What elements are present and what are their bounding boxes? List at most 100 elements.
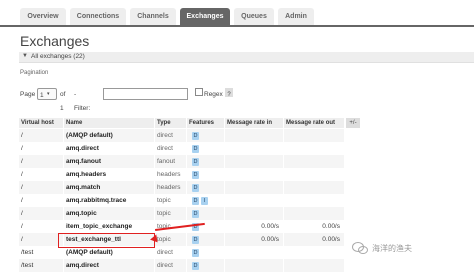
cell-features: D <box>187 168 225 181</box>
page-title: Exchanges <box>20 33 90 49</box>
cell-type: headers <box>155 168 187 181</box>
cell-vhost: / <box>19 194 64 207</box>
nav-divider <box>0 25 474 27</box>
cell-rate-in: 0.00/s <box>225 220 284 233</box>
cell-features: D <box>187 155 225 168</box>
cell-vhost: / <box>19 129 64 142</box>
cell-vhost: / <box>19 142 64 155</box>
feature-badge: D <box>192 197 199 205</box>
tab-overview[interactable]: Overview <box>20 8 66 26</box>
cell-features: D <box>187 220 225 233</box>
columns-toggle-button[interactable]: +/- <box>346 118 360 128</box>
feature-badge: D <box>192 158 199 166</box>
table-header: Virtual host Name Type Features Message … <box>19 118 474 128</box>
cell-features: D <box>187 233 225 246</box>
feature-badge: D <box>192 236 199 244</box>
filter-label: - Filter: <box>74 91 91 112</box>
cell-features: D <box>187 181 225 194</box>
page-select[interactable]: 1 ▾ <box>37 88 57 100</box>
table-row[interactable]: / (AMQP default) direct D <box>19 129 474 142</box>
col-virtual-host[interactable]: Virtual host <box>19 118 64 128</box>
feature-badge: D <box>192 249 199 257</box>
caret-down-icon: ▼ <box>22 53 28 59</box>
cell-vhost: / <box>19 181 64 194</box>
page-label: Page <box>20 91 36 98</box>
cell-rate-out: 0.00/s <box>284 220 345 233</box>
cell-type: direct <box>155 142 187 155</box>
cell-name[interactable]: amq.direct <box>64 142 155 155</box>
cell-rate-in <box>225 246 284 259</box>
cell-rate-in <box>225 142 284 155</box>
cell-type: topic <box>155 207 187 220</box>
cell-type: topic <box>155 194 187 207</box>
cell-name[interactable]: item_topic_exchange <box>64 220 155 233</box>
regex-label: Regex <box>204 91 223 98</box>
feature-badge: I <box>201 197 208 205</box>
cell-rate-in <box>225 129 284 142</box>
table-row[interactable]: / amq.match headers D <box>19 181 474 194</box>
filter-input[interactable] <box>103 88 188 100</box>
feature-badge: D <box>192 262 199 270</box>
cell-rate-out <box>284 168 345 181</box>
col-type[interactable]: Type <box>155 118 187 128</box>
tab-admin[interactable]: Admin <box>278 8 314 26</box>
watermark-text: 海洋的渔夫 <box>372 244 412 253</box>
tab-channels[interactable]: Channels <box>130 8 176 26</box>
cell-rate-out <box>284 142 345 155</box>
table-row[interactable]: / amq.fanout fanout D <box>19 155 474 168</box>
cell-type: direct <box>155 246 187 259</box>
cell-rate-in <box>225 168 284 181</box>
cell-rate-in <box>225 207 284 220</box>
cell-vhost: /test <box>19 259 64 272</box>
cell-name[interactable]: amq.headers <box>64 168 155 181</box>
cell-rate-out <box>284 155 345 168</box>
cell-rate-out <box>284 259 345 272</box>
cell-vhost: / <box>19 155 64 168</box>
col-features: Features <box>187 118 225 128</box>
cell-type: direct <box>155 129 187 142</box>
cell-rate-in <box>225 155 284 168</box>
cell-features: D <box>187 207 225 220</box>
all-exchanges-toggle[interactable]: ▼ All exchanges (22) <box>19 52 474 63</box>
feature-badge: D <box>192 132 199 140</box>
page-select-value: 1 <box>40 92 44 99</box>
cell-rate-in <box>225 194 284 207</box>
cell-name[interactable]: amq.match <box>64 181 155 194</box>
cell-features: DI <box>187 194 225 207</box>
wechat-icon <box>352 242 368 254</box>
top-nav: Overview Connections Channels Exchanges … <box>0 0 474 27</box>
tab-exchanges[interactable]: Exchanges <box>180 8 230 26</box>
table-row[interactable]: / amq.rabbitmq.trace topic D I <box>19 194 474 207</box>
cell-name[interactable]: amq.fanout <box>64 155 155 168</box>
cell-rate-out: 0.00/s <box>284 233 345 246</box>
col-rate-in[interactable]: Message rate in <box>225 118 284 128</box>
cell-name[interactable]: (AMQP default) <box>64 129 155 142</box>
page-of-label: of 1 <box>60 91 66 112</box>
cell-vhost: / <box>19 207 64 220</box>
cell-features: D <box>187 246 225 259</box>
table-row[interactable]: / amq.headers headers D <box>19 168 474 181</box>
cell-name[interactable]: amq.topic <box>64 207 155 220</box>
col-rate-out[interactable]: Message rate out <box>284 118 345 128</box>
cell-name[interactable]: amq.rabbitmq.trace <box>64 194 155 207</box>
regex-checkbox[interactable] <box>195 88 203 96</box>
feature-badge: D <box>192 171 199 179</box>
cell-rate-out <box>284 194 345 207</box>
select-chevron-icon: ▾ <box>47 91 50 97</box>
highlight-box <box>58 233 155 248</box>
cell-name[interactable]: amq.direct <box>64 259 155 272</box>
cell-rate-in: 0.00/s <box>225 233 284 246</box>
tab-connections[interactable]: Connections <box>70 8 126 26</box>
table-row[interactable]: / item_topic_exchange topic D 0.00/s 0.00/s <box>19 220 474 233</box>
cell-type: headers <box>155 181 187 194</box>
table-row[interactable]: / amq.direct direct D <box>19 142 474 155</box>
tab-queues[interactable]: Queues <box>234 8 274 26</box>
table-row[interactable]: / amq.topic topic D <box>19 207 474 220</box>
cell-rate-in <box>225 259 284 272</box>
help-icon[interactable]: ? <box>225 88 233 98</box>
table-row[interactable]: /test amq.direct direct D <box>19 259 474 272</box>
section-title: All exchanges (22) <box>31 53 85 60</box>
col-name[interactable]: Name <box>64 118 155 128</box>
cell-features: D <box>187 129 225 142</box>
cell-rate-out <box>284 207 345 220</box>
